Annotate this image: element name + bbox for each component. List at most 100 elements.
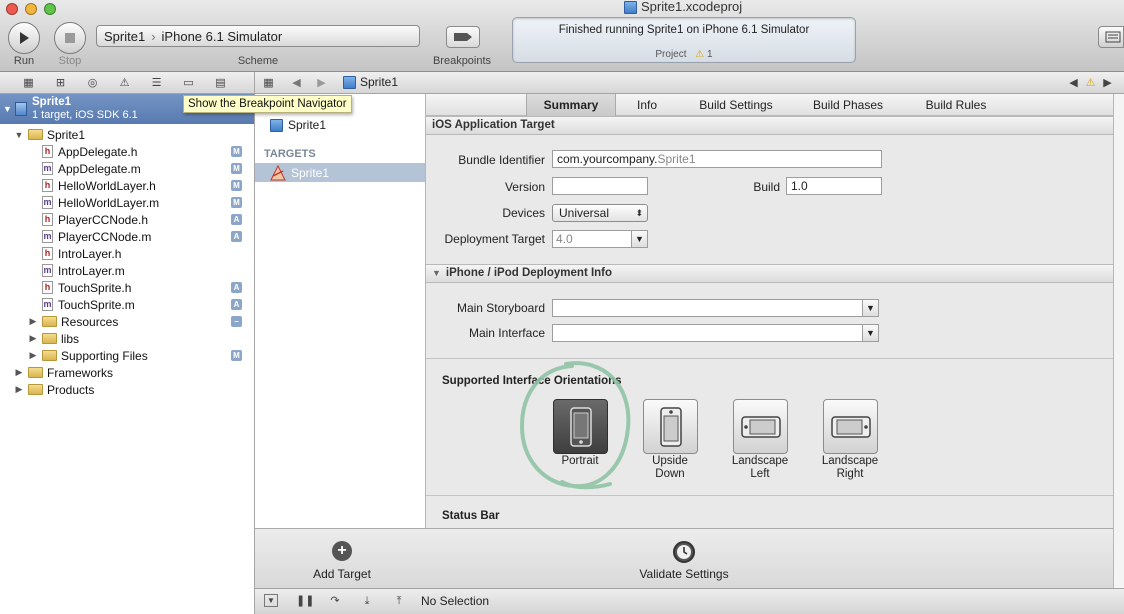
devices-popup[interactable]: Universal ⬍ xyxy=(552,204,648,222)
target-list-item[interactable]: Sprite1 xyxy=(255,163,425,182)
folder-row[interactable]: ▼ Sprite1 xyxy=(0,126,254,143)
build-field[interactable]: 1.0 xyxy=(786,177,882,195)
project-list-item[interactable]: Sprite1 xyxy=(270,118,326,132)
scheme-popup[interactable]: Sprite1 › iPhone 6.1 Simulator xyxy=(96,25,420,47)
jumpbar-crumb[interactable]: Sprite1 xyxy=(343,75,398,89)
tab-build-rules[interactable]: Build Rules xyxy=(912,94,1000,116)
landscape-right-phone-icon xyxy=(830,415,871,438)
related-files-icon[interactable]: ▦ xyxy=(262,77,275,89)
tab-summary[interactable]: Summary xyxy=(526,94,616,116)
file-row[interactable]: m AppDelegate.m M xyxy=(0,160,254,177)
folder-row[interactable]: ▶ Supporting Files M xyxy=(0,347,254,364)
folder-row[interactable]: ▶ Frameworks xyxy=(0,364,254,381)
project-icon xyxy=(15,102,27,116)
hide-debug-area-icon[interactable]: ▼ xyxy=(264,594,278,607)
zoom-window-button[interactable] xyxy=(44,3,56,15)
warning-icon: ⚠ xyxy=(695,49,705,60)
file-row[interactable]: m HelloWorldLayer.m M xyxy=(0,194,254,211)
orientation-landscape-right-line1: Landscape xyxy=(821,455,879,467)
tree-item-label: IntroLayer.h xyxy=(58,246,122,261)
issue-navigator-icon[interactable]: ⚠ xyxy=(118,77,131,89)
chevron-down-icon[interactable]: ▼ xyxy=(862,300,878,316)
file-row[interactable]: m TouchSprite.m A xyxy=(0,296,254,313)
disclosure-triangle[interactable]: ▼ xyxy=(3,104,12,114)
orientation-upside-down-button[interactable] xyxy=(643,399,698,454)
stop-button[interactable] xyxy=(54,22,86,54)
folder-icon xyxy=(42,316,57,327)
folder-row[interactable]: ▶ Resources – xyxy=(0,313,254,330)
folder-row[interactable]: ▶ Products xyxy=(0,381,254,398)
pause-icon[interactable]: ❚❚ xyxy=(296,594,314,608)
disclosure-triangle[interactable]: ▶ xyxy=(28,316,38,327)
tab-build-phases-label: Build Phases xyxy=(812,98,884,112)
step-over-icon[interactable]: ↷ xyxy=(328,594,342,608)
add-target-button[interactable]: + Add Target xyxy=(299,529,385,589)
scm-status-badge: A xyxy=(231,214,242,225)
devices-label: Devices xyxy=(502,206,545,220)
step-out-icon[interactable]: ⤒ xyxy=(392,594,406,608)
breakpoints-button[interactable] xyxy=(446,26,480,48)
disclosure-triangle[interactable]: ▶ xyxy=(28,333,38,344)
run-button[interactable] xyxy=(8,22,40,54)
tab-build-phases[interactable]: Build Phases xyxy=(798,94,898,116)
folder-row[interactable]: ▶ libs xyxy=(0,330,254,347)
main-storyboard-combo[interactable]: ▼ xyxy=(552,299,879,317)
orientation-portrait-button[interactable] xyxy=(553,399,608,454)
disclosure-triangle[interactable]: ▼ xyxy=(432,268,441,278)
step-into-icon[interactable]: ⤓ xyxy=(360,594,374,608)
search-navigator-icon[interactable]: ◎ xyxy=(86,77,99,89)
file-row[interactable]: m IntroLayer.m xyxy=(0,262,254,279)
scheme-separator: › xyxy=(151,28,156,44)
tab-build-settings[interactable]: Build Settings xyxy=(688,94,784,116)
file-row[interactable]: h IntroLayer.h xyxy=(0,245,254,262)
bundle-identifier-prefix: com.yourcompany. xyxy=(557,152,658,166)
breakpoint-navigator-icon[interactable]: ▭ xyxy=(182,77,195,89)
log-navigator-icon[interactable]: ▤ xyxy=(214,77,227,89)
version-label: Version xyxy=(504,180,545,194)
back-icon[interactable]: ◀ xyxy=(290,77,303,89)
disclosure-triangle[interactable]: ▼ xyxy=(14,130,24,140)
close-window-button[interactable] xyxy=(6,3,18,15)
file-row[interactable]: h PlayerCCNode.h A xyxy=(0,211,254,228)
file-row[interactable]: h AppDelegate.h M xyxy=(0,143,254,160)
previous-issue-icon[interactable]: ◀ xyxy=(1067,77,1080,89)
orientation-landscape-left-button[interactable] xyxy=(733,399,788,454)
debug-navigator-icon[interactable]: ☰ xyxy=(150,77,163,89)
disclosure-triangle[interactable]: ▶ xyxy=(28,350,38,361)
editor-icon xyxy=(1105,31,1121,43)
disclosure-triangle[interactable]: ▶ xyxy=(14,384,24,395)
header-file-icon: h xyxy=(42,213,53,226)
minimize-window-button[interactable] xyxy=(25,3,37,15)
file-row[interactable]: m PlayerCCNode.m A xyxy=(0,228,254,245)
tooltip: Show the Breakpoint Navigator xyxy=(183,95,352,113)
chevron-down-icon[interactable]: ▼ xyxy=(862,325,878,341)
project-navigator-icon[interactable]: ▦ xyxy=(22,77,35,89)
orientation-landscape-left-line1: Landscape xyxy=(731,455,789,467)
disclosure-triangle[interactable]: ▶ xyxy=(14,367,24,378)
orientation-landscape-right-button[interactable] xyxy=(823,399,878,454)
symbol-navigator-icon[interactable]: ⊞ xyxy=(54,77,67,89)
chevron-down-icon[interactable]: ▼ xyxy=(631,231,647,247)
issue-warning-icon[interactable]: ⚠ xyxy=(1084,77,1097,89)
activity-project: Project xyxy=(655,49,687,60)
navigator-selector-bar: ▦ ⊞ ◎ ⚠ ☰ ▭ ▤ xyxy=(0,72,255,94)
validate-settings-button[interactable]: Validate Settings xyxy=(631,529,737,589)
version-field[interactable] xyxy=(552,177,648,195)
deployment-target-combo[interactable]: 4.0 ▼ xyxy=(552,230,648,248)
devices-value: Universal xyxy=(559,206,610,220)
scm-status-badge: M xyxy=(231,146,242,157)
file-row[interactable]: h TouchSprite.h A xyxy=(0,279,254,296)
tree-item-label: libs xyxy=(61,331,80,346)
bundle-identifier-field[interactable]: com.yourcompany.Sprite1 xyxy=(552,150,882,168)
main-interface-combo[interactable]: ▼ xyxy=(552,324,879,342)
next-issue-icon[interactable]: ▶ xyxy=(1101,77,1114,89)
header-file-icon: h xyxy=(42,179,53,192)
forward-icon[interactable]: ▶ xyxy=(315,77,328,89)
window-toolbar: Sprite1.xcodeproj Run Stop Sprite1 › iPh… xyxy=(0,0,1124,72)
activity-issues[interactable]: Project ⚠ 1 xyxy=(513,49,855,60)
divider xyxy=(426,495,1113,496)
landscape-left-phone-icon xyxy=(740,415,781,438)
file-row[interactable]: h HelloWorldLayer.h M xyxy=(0,177,254,194)
tab-info[interactable]: Info xyxy=(616,94,678,116)
standard-editor-button[interactable] xyxy=(1098,26,1124,48)
